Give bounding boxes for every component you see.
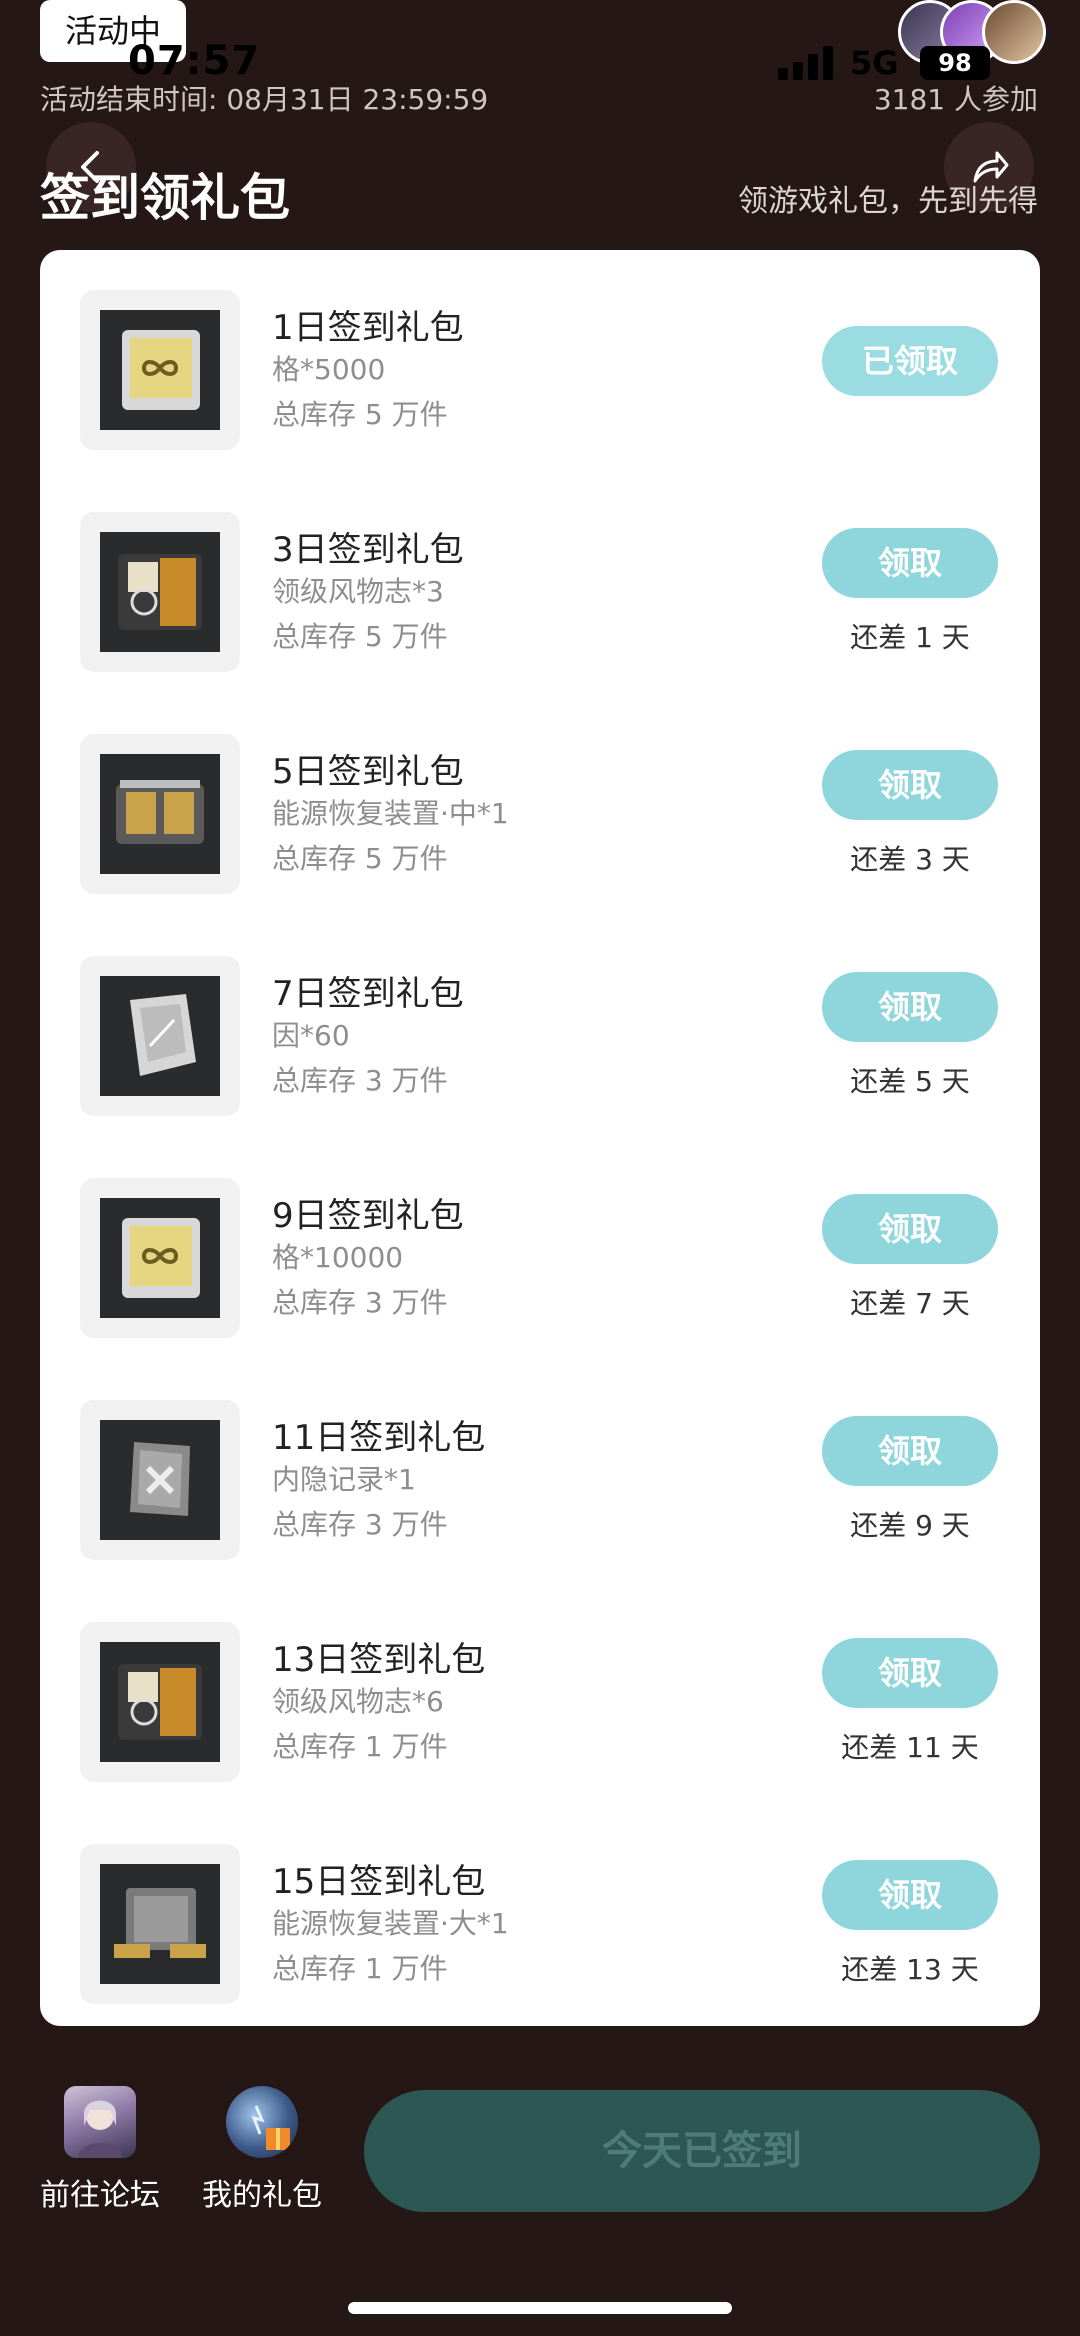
claim-button[interactable]: 领取 [822, 1416, 998, 1486]
home-indicator[interactable] [348, 2302, 732, 2314]
gift-stock: 总库存 3 万件 [272, 1508, 448, 1541]
days-remaining: 还差 9 天 [850, 1509, 970, 1542]
gift-stock: 总库存 1 万件 [272, 1952, 448, 1985]
gift-name: 13日签到礼包 [272, 1640, 486, 1680]
days-remaining: 还差 11 天 [841, 1731, 979, 1764]
gift-thumbnail [80, 1622, 240, 1782]
page-subtitle: 领游戏礼包，先到先得 [738, 184, 1038, 219]
card-shard-icon [100, 976, 220, 1096]
record-tag-icon [100, 1420, 220, 1540]
claim-button[interactable]: 领取 [822, 750, 998, 820]
gift-bag-icon [226, 2086, 298, 2158]
infinity-chip-icon [100, 310, 220, 430]
gift-row: 3日签到礼包 领级风物志*3 总库存 5 万件 领取 还差 1 天 [40, 502, 1040, 672]
gift-thumbnail [80, 1844, 240, 2004]
activity-end-time: 活动结束时间: 08月31日 23:59:59 [40, 83, 489, 116]
my-gifts-nav-button[interactable]: 我的礼包 [192, 2086, 332, 2214]
battery-indicator: 98 [920, 46, 990, 80]
book-case-icon [100, 532, 220, 652]
gift-item: 能源恢复装置·大*1 [272, 1907, 509, 1940]
gift-thumbnail [80, 734, 240, 894]
gift-row: 15日签到礼包 能源恢复装置·大*1 总库存 1 万件 领取 还差 13 天 [40, 1834, 1040, 2004]
forum-avatar-icon [64, 2086, 136, 2158]
forum-label: 前往论坛 [40, 2178, 160, 2213]
gift-thumbnail [80, 1178, 240, 1338]
claim-button[interactable]: 领取 [822, 972, 998, 1042]
gift-stock: 总库存 5 万件 [272, 842, 448, 875]
claim-button[interactable]: 领取 [822, 1860, 998, 1930]
claim-button[interactable]: 领取 [822, 1194, 998, 1264]
book-case-icon [100, 1642, 220, 1762]
network-type: 5G [850, 44, 899, 82]
my-gifts-label: 我的礼包 [202, 2178, 322, 2213]
days-remaining: 还差 5 天 [850, 1065, 970, 1098]
gift-row: 1日签到礼包 格*5000 总库存 5 万件 已领取 [40, 280, 1040, 450]
gift-item: 内隐记录*1 [272, 1463, 416, 1496]
participant-count: 3181 人参加 [873, 83, 1038, 116]
gift-name: 5日签到礼包 [272, 752, 464, 792]
gift-stock: 总库存 5 万件 [272, 620, 448, 653]
gift-name: 7日签到礼包 [272, 974, 464, 1014]
gift-name: 3日签到礼包 [272, 530, 464, 570]
gift-thumbnail [80, 512, 240, 672]
gift-item: 格*10000 [272, 1241, 404, 1274]
energy-box-large-icon [100, 1864, 220, 1984]
gift-list-card: 1日签到礼包 格*5000 总库存 5 万件 已领取 3日签到礼包 领级风物志*… [40, 250, 1040, 2026]
gift-stock: 总库存 3 万件 [272, 1064, 448, 1097]
gift-name: 15日签到礼包 [272, 1862, 486, 1902]
gift-item: 能源恢复装置·中*1 [272, 797, 509, 830]
days-remaining: 还差 13 天 [841, 1953, 979, 1986]
checked-in-button[interactable]: 今天已签到 [364, 2090, 1040, 2212]
page-title: 签到领礼包 [40, 169, 290, 227]
bottom-bar: 前往论坛 我的礼包 今天已签到 [0, 2046, 1080, 2336]
gift-thumbnail [80, 956, 240, 1116]
claimed-button[interactable]: 已领取 [822, 326, 998, 396]
gift-item: 领级风物志*6 [272, 1685, 444, 1718]
days-remaining: 还差 1 天 [850, 621, 970, 654]
gift-stock: 总库存 5 万件 [272, 398, 448, 431]
gift-row: 9日签到礼包 格*10000 总库存 3 万件 领取 还差 7 天 [40, 1168, 1040, 1338]
gift-stock: 总库存 1 万件 [272, 1730, 448, 1763]
gift-thumbnail [80, 290, 240, 450]
page: 活动中 07:57 5G 98 活动结束时间: 08月31日 23:59:59 … [0, 0, 1080, 2336]
gift-name: 9日签到礼包 [272, 1196, 464, 1236]
gift-row: 5日签到礼包 能源恢复装置·中*1 总库存 5 万件 领取 还差 3 天 [40, 724, 1040, 894]
gift-thumbnail [80, 1400, 240, 1560]
days-remaining: 还差 3 天 [850, 843, 970, 876]
claim-button[interactable]: 领取 [822, 528, 998, 598]
gift-name: 1日签到礼包 [272, 308, 464, 348]
gift-item: 格*5000 [272, 353, 386, 386]
energy-box-medium-icon [100, 754, 220, 874]
gift-row: 13日签到礼包 领级风物志*6 总库存 1 万件 领取 还差 11 天 [40, 1612, 1040, 1782]
claim-button[interactable]: 领取 [822, 1638, 998, 1708]
days-remaining: 还差 7 天 [850, 1287, 970, 1320]
gift-item: 领级风物志*3 [272, 575, 444, 608]
forum-nav-button[interactable]: 前往论坛 [30, 2086, 170, 2214]
gift-item: 因*60 [272, 1019, 350, 1052]
signal-icon [778, 46, 834, 80]
infinity-chip-icon [100, 1198, 220, 1318]
gift-name: 11日签到礼包 [272, 1418, 486, 1458]
gift-stock: 总库存 3 万件 [272, 1286, 448, 1319]
gift-row: 11日签到礼包 内隐记录*1 总库存 3 万件 领取 还差 9 天 [40, 1390, 1040, 1560]
gift-row: 7日签到礼包 因*60 总库存 3 万件 领取 还差 5 天 [40, 946, 1040, 1116]
